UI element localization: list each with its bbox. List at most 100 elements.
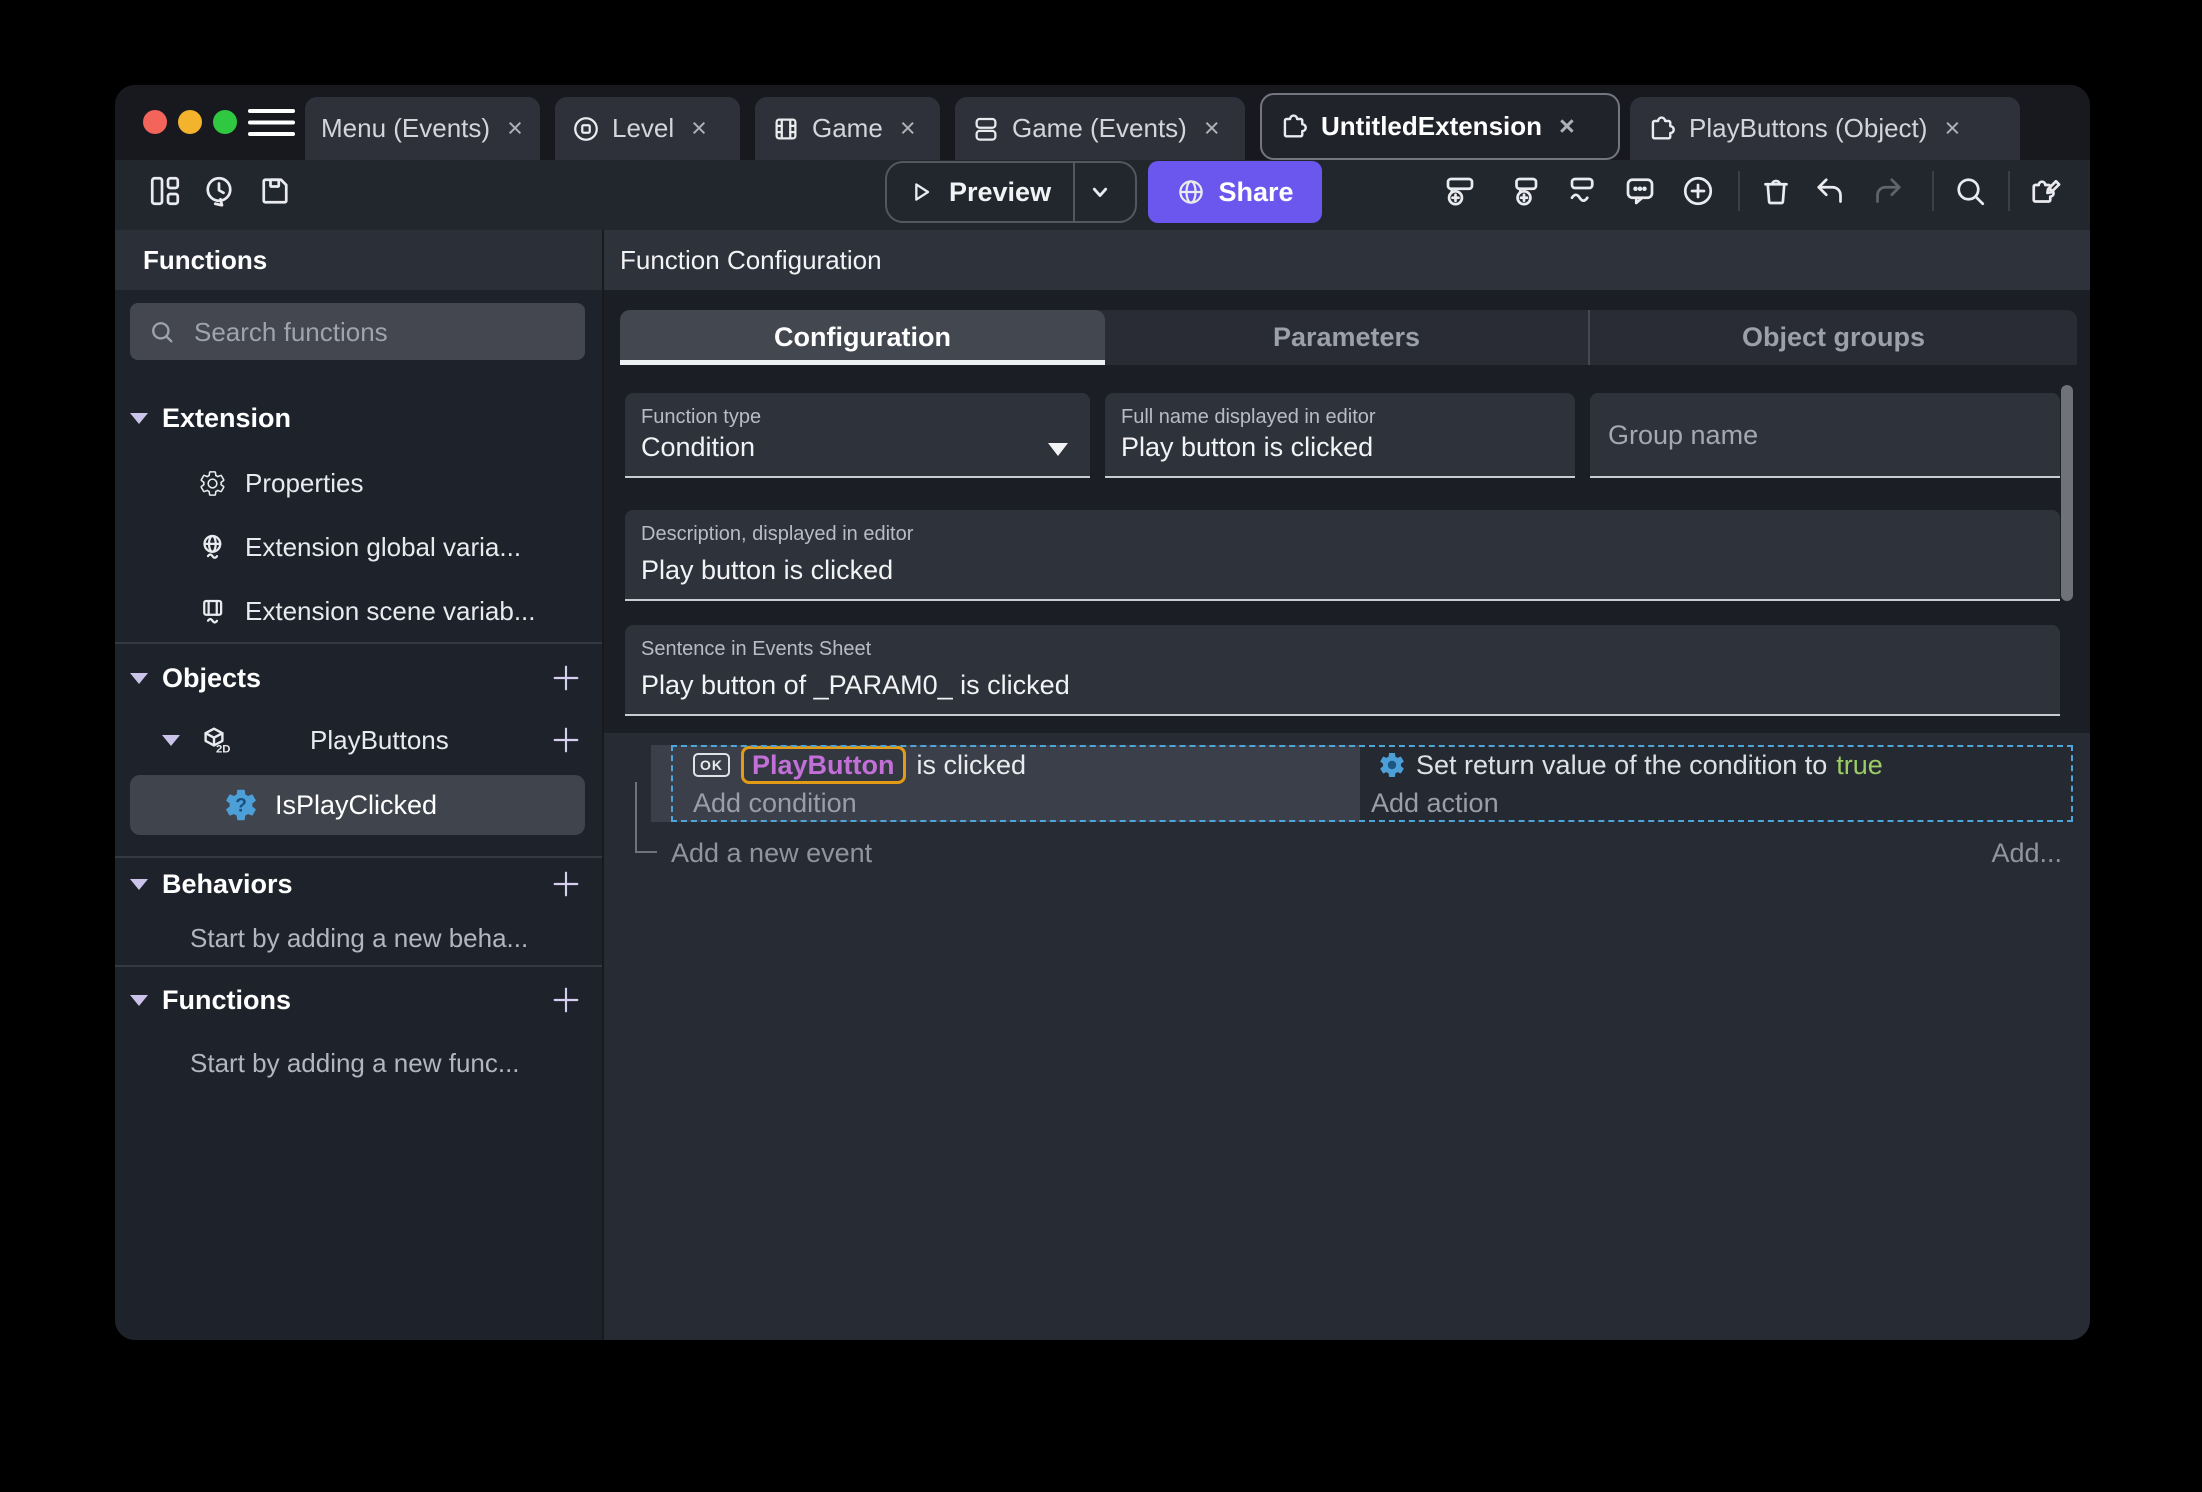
- chevron-down-icon[interactable]: [1083, 175, 1117, 209]
- add-action-button[interactable]: Add action: [1371, 785, 1499, 822]
- globe-icon: [1179, 180, 1204, 204]
- action-value[interactable]: true: [1836, 750, 1883, 781]
- action-text: Set return value of the condition to: [1416, 749, 1828, 780]
- add-behavior-icon[interactable]: [550, 868, 582, 900]
- comment-icon[interactable]: [1622, 173, 1658, 209]
- sidebar-section-functions[interactable]: Functions: [115, 978, 602, 1022]
- functions-empty-hint[interactable]: Start by adding a new func...: [115, 1041, 602, 1085]
- tab-close-icon[interactable]: ×: [1204, 113, 1220, 144]
- event-actions-cell[interactable]: Set return value of the condition to tru…: [1360, 745, 2075, 822]
- tab-close-icon[interactable]: ×: [507, 113, 523, 144]
- traffic-zoom-button[interactable]: [213, 110, 237, 134]
- sidebar-item-extension-scene-variables[interactable]: Extension scene variab...: [115, 589, 602, 633]
- add-new-event-button[interactable]: Add a new event: [671, 835, 872, 871]
- action-gear-icon: [1380, 753, 1404, 777]
- svg-text:2D: 2D: [216, 744, 230, 756]
- app-window: Menu (Events) × Level × Game × Game (Eve…: [115, 85, 2090, 1340]
- dropdown-caret-icon[interactable]: [1048, 443, 1068, 456]
- form-scrollbar-thumb[interactable]: [2061, 385, 2073, 601]
- collapse-caret-icon[interactable]: [130, 994, 148, 1006]
- sidebar-section-behaviors[interactable]: Behaviors: [115, 862, 602, 906]
- tab-game[interactable]: Game ×: [755, 97, 940, 160]
- add-more-button[interactable]: Add...: [1991, 835, 2062, 871]
- sidebar-item-properties[interactable]: Properties: [115, 461, 602, 505]
- sidebar-item-playbuttons[interactable]: 2D PlayButtons: [115, 718, 602, 762]
- tab-object-groups[interactable]: Object groups: [1588, 310, 2077, 365]
- traffic-minimize-button[interactable]: [178, 110, 202, 134]
- puzzle-icon: [1283, 113, 1307, 138]
- field-value: Play button is clicked: [1121, 432, 1374, 462]
- item-label: Properties: [245, 467, 364, 498]
- tab-close-icon[interactable]: ×: [691, 113, 707, 144]
- tab-playbuttons-object[interactable]: PlayButtons (Object) ×: [1630, 97, 2020, 160]
- edit-extension-icon[interactable]: [2027, 173, 2063, 209]
- tab-configuration[interactable]: Configuration: [620, 310, 1105, 365]
- event-conditions-cell[interactable]: OK PlayButton is clicked Add condition: [651, 745, 1360, 822]
- share-button[interactable]: Share: [1148, 161, 1322, 223]
- tab-bar: Menu (Events) × Level × Game × Game (Eve…: [115, 85, 2090, 160]
- add-object-icon[interactable]: [550, 662, 582, 694]
- function-type-select[interactable]: Function type Condition: [625, 393, 1090, 478]
- event-tree-line: [635, 851, 657, 853]
- item-label: Extension scene variab...: [245, 595, 536, 626]
- search-icon[interactable]: [1952, 173, 1988, 209]
- add-free-function-icon[interactable]: [550, 984, 582, 1016]
- save-icon[interactable]: [257, 173, 293, 209]
- play-icon: [915, 183, 930, 201]
- object-2d-icon: 2D: [204, 727, 230, 756]
- gear-icon: [200, 471, 225, 496]
- globe-variables-icon: [203, 534, 222, 559]
- sidebar-item-isplayclicked[interactable]: ? IsPlayClicked: [130, 775, 585, 835]
- tab-game-events[interactable]: Game (Events) ×: [955, 97, 1245, 160]
- add-function-icon[interactable]: [550, 724, 582, 756]
- tab-close-icon[interactable]: ×: [1944, 113, 1960, 144]
- menu-icon[interactable]: [248, 108, 295, 137]
- group-name-input[interactable]: [1606, 393, 2033, 478]
- condition-row[interactable]: OK PlayButton is clicked: [693, 745, 1026, 785]
- events-sheet: OK PlayButton is clicked Add condition S…: [604, 733, 2090, 1340]
- search-box[interactable]: [130, 303, 585, 362]
- tab-untitled-extension[interactable]: UntitledExtension ×: [1260, 93, 1620, 160]
- collapse-caret-icon[interactable]: [162, 734, 180, 746]
- add-subevent-icon[interactable]: [1506, 173, 1542, 209]
- add-event-icon[interactable]: [1442, 173, 1478, 209]
- toolbar-divider: [1738, 171, 1740, 211]
- description-field[interactable]: Description, displayed in editor Play bu…: [625, 510, 2060, 601]
- preview-button[interactable]: Preview: [885, 161, 1137, 223]
- section-divider: [115, 856, 602, 858]
- group-name-field[interactable]: [1590, 393, 2060, 478]
- collapse-caret-icon[interactable]: [130, 878, 148, 890]
- search-input[interactable]: [192, 303, 576, 362]
- redo-icon[interactable]: [1870, 173, 1906, 209]
- tab-label: UntitledExtension: [1321, 111, 1543, 141]
- add-circle-icon[interactable]: [1680, 173, 1716, 209]
- sidebar-section-extension[interactable]: Extension: [115, 396, 602, 440]
- sidebar-item-extension-global-variables[interactable]: Extension global varia...: [115, 525, 602, 569]
- project-manager-icon[interactable]: [147, 173, 183, 209]
- trash-icon[interactable]: [1758, 173, 1794, 209]
- object-chip[interactable]: PlayButton: [741, 746, 906, 784]
- scene-icon: [574, 116, 598, 141]
- function-condition-icon: ?: [226, 789, 256, 821]
- page-title: Function Configuration: [604, 230, 2090, 290]
- collapse-caret-icon[interactable]: [130, 412, 148, 424]
- sidebar-section-objects[interactable]: Objects: [115, 656, 602, 700]
- history-icon[interactable]: [201, 173, 237, 209]
- sentence-field[interactable]: Sentence in Events Sheet Play button of …: [625, 625, 2060, 716]
- full-name-field[interactable]: Full name displayed in editor Play butto…: [1105, 393, 1575, 478]
- add-condition-button[interactable]: Add condition: [693, 785, 857, 822]
- undo-icon[interactable]: [1812, 173, 1848, 209]
- section-divider: [115, 642, 602, 644]
- tab-level[interactable]: Level ×: [555, 97, 740, 160]
- divider: [1073, 163, 1076, 221]
- tab-menu-events[interactable]: Menu (Events) ×: [305, 97, 540, 160]
- tab-close-icon[interactable]: ×: [900, 113, 916, 144]
- behaviors-empty-hint[interactable]: Start by adding a new beha...: [115, 916, 602, 960]
- tab-parameters[interactable]: Parameters: [1105, 310, 1588, 365]
- tab-close-icon[interactable]: ×: [1559, 111, 1575, 142]
- traffic-close-button[interactable]: [143, 110, 167, 134]
- collapse-caret-icon[interactable]: [130, 672, 148, 684]
- film-icon: [775, 118, 797, 139]
- add-other-event-icon[interactable]: [1563, 173, 1599, 209]
- action-row[interactable]: Set return value of the condition to tru…: [1377, 745, 1883, 785]
